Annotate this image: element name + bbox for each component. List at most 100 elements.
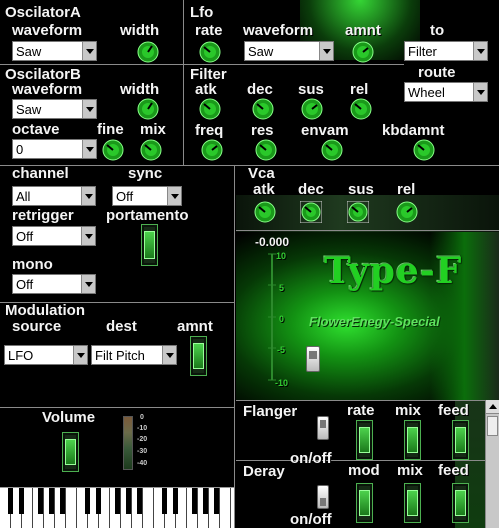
vca-rel-knob[interactable] bbox=[396, 201, 418, 223]
oscb-waveform-label: waveform bbox=[12, 81, 83, 98]
meter-scale-30: -30 bbox=[137, 448, 148, 455]
filter-kbdamnt-knob[interactable] bbox=[413, 139, 435, 161]
portamento-slider-thumb[interactable] bbox=[144, 231, 155, 259]
display-scale-10: 10 bbox=[276, 251, 287, 261]
volume-slider[interactable] bbox=[62, 432, 79, 472]
filter-atk-knob[interactable] bbox=[199, 98, 221, 120]
scroll-thumb[interactable] bbox=[487, 416, 498, 436]
filter-rel-label: rel bbox=[350, 81, 369, 98]
display-toggle[interactable] bbox=[306, 346, 320, 372]
filter-route-label: route bbox=[418, 64, 456, 81]
lfo-amnt-knob[interactable] bbox=[352, 41, 374, 63]
flanger-rate-thumb[interactable] bbox=[359, 427, 370, 453]
mod-source-label: source bbox=[12, 318, 62, 335]
vca-atk-knob[interactable] bbox=[254, 201, 276, 223]
channel-select[interactable]: All bbox=[12, 186, 96, 206]
lfo-to-select[interactable]: Filter bbox=[404, 41, 488, 61]
flanger-feed-slider[interactable] bbox=[452, 420, 469, 460]
delay-mix-slider[interactable] bbox=[404, 483, 421, 523]
filter-atk-label: atk bbox=[195, 81, 217, 98]
vca-sus-knob[interactable] bbox=[347, 201, 369, 223]
portamento-slider[interactable] bbox=[141, 224, 158, 266]
filter-freq-label: freq bbox=[195, 122, 224, 139]
filter-route-select[interactable]: Wheel bbox=[404, 82, 488, 102]
modulation-title: Modulation bbox=[5, 302, 85, 319]
scroll-up-button[interactable] bbox=[486, 400, 499, 414]
osca-waveform-select[interactable]: Saw bbox=[12, 41, 97, 61]
sync-label: sync bbox=[128, 165, 163, 182]
delay-feed-label: feed bbox=[438, 462, 469, 479]
flanger-feed-thumb[interactable] bbox=[455, 427, 466, 453]
oscb-mix-label: mix bbox=[140, 121, 166, 138]
mod-source-select[interactable]: LFO bbox=[4, 345, 88, 365]
vca-dec-knob[interactable] bbox=[300, 201, 322, 223]
channel-label: channel bbox=[12, 165, 69, 182]
display-scale-5: 5 bbox=[279, 283, 285, 293]
osca-waveform-label: waveform bbox=[12, 22, 83, 39]
filter-rel-knob[interactable] bbox=[350, 98, 372, 120]
vca-atk-label: atk bbox=[253, 181, 275, 198]
vca-dec-label: dec bbox=[298, 181, 324, 198]
portamento-label: portamento bbox=[106, 207, 189, 224]
volume-slider-thumb[interactable] bbox=[65, 439, 76, 465]
oscb-octave-select[interactable]: 0 bbox=[12, 139, 97, 159]
oscb-octave-label: octave bbox=[12, 121, 60, 138]
sync-select[interactable]: Off bbox=[112, 186, 182, 206]
piano-keyboard[interactable] bbox=[0, 487, 234, 528]
delay-mod-thumb[interactable] bbox=[359, 490, 370, 516]
flanger-mix-thumb[interactable] bbox=[407, 427, 418, 453]
retrigger-select[interactable]: Off bbox=[12, 226, 96, 246]
mod-dest-label: dest bbox=[106, 318, 137, 335]
vca-sus-label: sus bbox=[348, 181, 374, 198]
delay-toggle[interactable] bbox=[317, 485, 329, 509]
oscb-fine-label: fine bbox=[97, 121, 124, 138]
display-scale-0: 0 bbox=[279, 314, 285, 324]
meter-scale-40: -40 bbox=[137, 460, 148, 467]
mod-amnt-slider[interactable] bbox=[190, 336, 207, 376]
flanger-mix-slider[interactable] bbox=[404, 420, 421, 460]
delay-onoff-label: on/off bbox=[290, 511, 332, 528]
filter-dec-knob[interactable] bbox=[252, 98, 274, 120]
meter-scale-10: -10 bbox=[137, 425, 148, 432]
filter-sus-knob[interactable] bbox=[301, 98, 323, 120]
scrollbar[interactable] bbox=[485, 400, 499, 528]
chevron-up-icon bbox=[489, 404, 497, 409]
filter-res-knob[interactable] bbox=[255, 139, 277, 161]
filter-envam-label: envam bbox=[301, 122, 349, 139]
meter-scale-0: 0 bbox=[140, 414, 144, 421]
vca-title: Vca bbox=[248, 165, 275, 182]
filter-envam-knob[interactable] bbox=[321, 139, 343, 161]
oscb-width-label: width bbox=[120, 81, 160, 98]
delay-mix-label: mix bbox=[397, 462, 423, 479]
lfo-rate-label: rate bbox=[195, 22, 223, 39]
delay-mod-slider[interactable] bbox=[356, 483, 373, 523]
mod-amnt-slider-thumb[interactable] bbox=[193, 343, 204, 369]
oscb-width-knob[interactable] bbox=[137, 98, 159, 120]
flanger-onoff-label: on/off bbox=[290, 450, 332, 467]
delay-mod-label: mod bbox=[348, 462, 380, 479]
flanger-toggle[interactable] bbox=[317, 416, 329, 440]
lfo-rate-knob[interactable] bbox=[199, 41, 221, 63]
oscb-waveform-select[interactable]: Saw bbox=[12, 99, 97, 119]
mod-amnt-label: amnt bbox=[177, 318, 213, 335]
display-scale-neg10: -10 bbox=[275, 378, 289, 388]
filter-kbdamnt-label: kbdamnt bbox=[382, 122, 445, 139]
delay-feed-thumb[interactable] bbox=[455, 490, 466, 516]
filter-dec-label: dec bbox=[247, 81, 273, 98]
lfo-waveform-select[interactable]: Saw bbox=[244, 41, 334, 61]
flanger-feed-label: feed bbox=[438, 402, 469, 419]
osca-width-knob[interactable] bbox=[137, 41, 159, 63]
mono-select[interactable]: Off bbox=[12, 274, 96, 294]
delay-mix-thumb[interactable] bbox=[407, 490, 418, 516]
filter-freq-knob[interactable] bbox=[201, 139, 223, 161]
oscb-fine-knob[interactable] bbox=[102, 139, 124, 161]
delay-feed-slider[interactable] bbox=[452, 483, 469, 523]
vca-rel-label: rel bbox=[397, 181, 416, 198]
mod-dest-select[interactable]: Filt Pitch bbox=[91, 345, 177, 365]
oscb-mix-knob[interactable] bbox=[140, 139, 162, 161]
flanger-rate-slider[interactable] bbox=[356, 420, 373, 460]
mono-label: mono bbox=[12, 256, 53, 273]
osca-title: OscilatorA bbox=[5, 4, 81, 21]
lfo-amnt-label: amnt bbox=[345, 22, 381, 39]
brand-subtitle: FlowerEnegy-Special bbox=[309, 314, 440, 329]
